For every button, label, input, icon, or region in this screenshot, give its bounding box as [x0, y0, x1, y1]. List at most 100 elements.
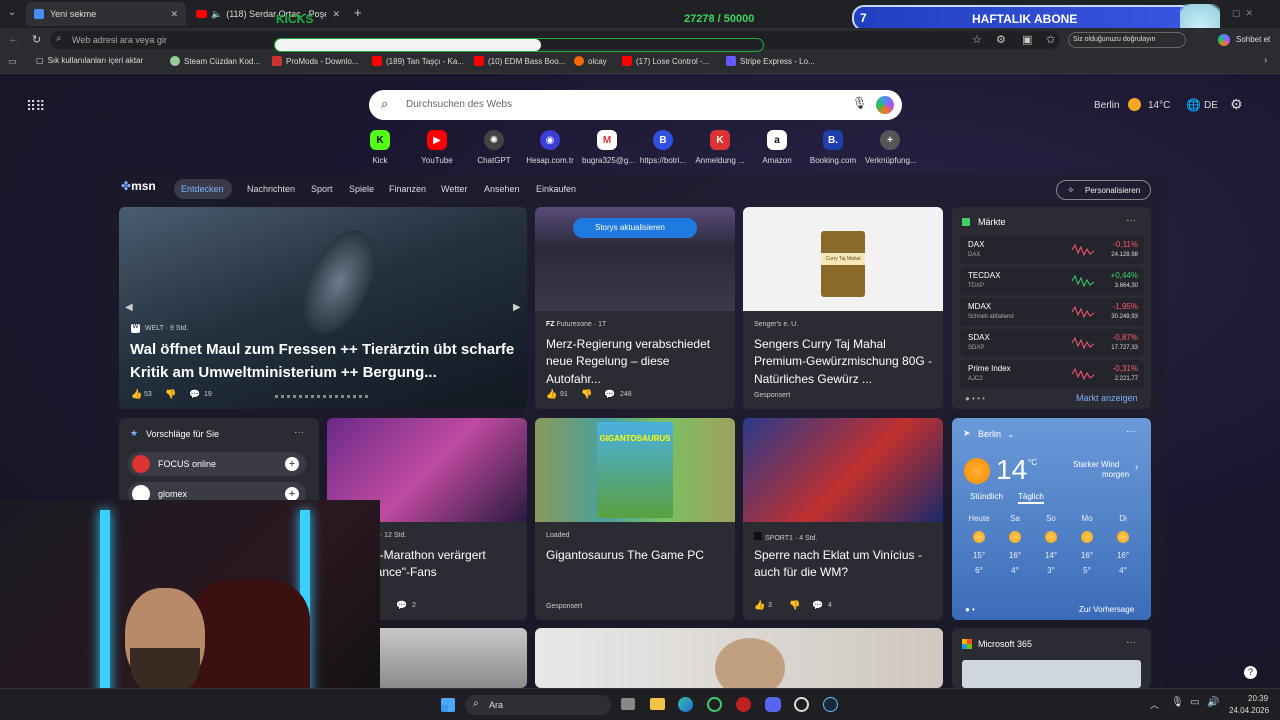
microphone-icon[interactable]: 🎙: [852, 96, 867, 110]
like-icon[interactable]: 👍: [754, 600, 765, 611]
weather-city[interactable]: Berlin: [978, 429, 1001, 439]
comment-icon[interactable]: 💬: [396, 600, 407, 611]
forecast-day[interactable]: So 14° 3°: [1036, 514, 1066, 575]
clock-date[interactable]: 24.04.2026: [1229, 706, 1269, 715]
steam-icon[interactable]: [823, 697, 838, 712]
shortcut-youtube[interactable]: ▶ YouTube: [412, 130, 462, 165]
shortcut-botri[interactable]: Bhttps://botri...: [638, 130, 688, 165]
story-card[interactable]: Storys aktualisieren FZ Futurezone · 1T …: [535, 207, 735, 409]
weather-pager-dots[interactable]: ● •: [965, 605, 975, 614]
shortcut-chatgpt[interactable]: ✺ ChatGPT: [469, 130, 519, 165]
tab-wetter[interactable]: Wetter: [441, 184, 467, 194]
shortcut-gmail[interactable]: Mbugra325@g...: [582, 130, 635, 165]
market-row[interactable]: MDAX Schnell abfallend -1,95% 30.249,93: [960, 298, 1144, 326]
tab-daily[interactable]: Täglich: [1018, 492, 1044, 504]
chevron-right-icon[interactable]: ›: [1135, 462, 1138, 473]
shortcut-amazon[interactable]: a Amazon: [752, 130, 802, 165]
forecast-day[interactable]: Sa 16° 4°: [1000, 514, 1030, 575]
sponsored-card[interactable]: GIGANTOSAURUS Loaded Gigantosaurus The G…: [535, 418, 735, 620]
microphone-icon[interactable]: 🎙: [1171, 697, 1184, 708]
weather-card[interactable]: ➤ Berlin ⌄ ··· 14 °C Starker Wind morgen…: [952, 418, 1151, 620]
copilot-icon[interactable]: [876, 96, 894, 114]
market-row[interactable]: TECDAX TDXP +0,44% 3.664,30: [960, 267, 1144, 295]
tab-ansehen[interactable]: Ansehen: [484, 184, 520, 194]
tab-spiele[interactable]: Spiele: [349, 184, 374, 194]
edge-icon[interactable]: [678, 697, 693, 712]
shortcut-anmeldung[interactable]: K Anmeldung ...: [695, 130, 745, 165]
bookmark-item[interactable]: ProMods - Downlo...: [272, 56, 358, 66]
comment-icon[interactable]: 💬: [812, 600, 823, 611]
markets-card[interactable]: Märkte ··· DAX DAX -0,11% 24.128,98 TECDAX TD…: [952, 207, 1151, 409]
show-market-link[interactable]: Markt anzeigen: [1076, 393, 1138, 403]
help-icon[interactable]: ?: [1244, 666, 1257, 679]
market-row[interactable]: SDAX SDXP -0,87% 17.727,33: [960, 329, 1144, 357]
tab-new[interactable]: Yeni sekme ✕: [26, 2, 186, 26]
new-tab-plus-icon[interactable]: +: [354, 5, 362, 20]
shortcut-booking[interactable]: B. Booking.com: [808, 130, 858, 165]
dislike-icon[interactable]: 👎: [165, 389, 176, 400]
bookmark-item[interactable]: (10) EDM Bass Boo...: [474, 56, 565, 66]
carousel-dots[interactable]: [275, 395, 371, 398]
chat-button[interactable]: Sohbet et: [1236, 35, 1270, 44]
story-card[interactable]: SPORT1 · 4 Std. Sperre nach Eklat um Vin…: [743, 418, 943, 620]
market-row[interactable]: Prime Index AJC2 -0,31% 2.221,77: [960, 360, 1144, 388]
sidebar-toggle-icon[interactable]: ▭: [8, 56, 17, 67]
weather-temp[interactable]: 14°C: [1148, 100, 1170, 111]
tab-youtube[interactable]: 🔈 (118) Serdar Ortaç - Poşet - Yo ✕: [188, 2, 348, 26]
copilot-icon[interactable]: [1218, 34, 1230, 46]
app-icon[interactable]: [736, 697, 751, 712]
hero-headline[interactable]: Wal öffnet Maul zum Fressen ++ Tierärzti…: [130, 339, 515, 384]
dislike-icon[interactable]: 👎: [789, 600, 800, 611]
chevron-up-icon[interactable]: ︿: [1150, 698, 1159, 711]
window-controls-icon[interactable]: ▢ ✕: [1232, 8, 1253, 19]
tab-finanzen[interactable]: Finanzen: [389, 184, 426, 194]
language-label[interactable]: DE: [1204, 100, 1218, 111]
favorites-icon[interactable]: ✩: [1046, 33, 1055, 46]
refresh-stories-button[interactable]: Storys aktualisieren: [573, 218, 697, 238]
tab-einkaufen[interactable]: Einkaufen: [536, 184, 576, 194]
prev-arrow-icon[interactable]: ◀: [125, 302, 133, 313]
file-explorer-icon[interactable]: [650, 698, 665, 710]
msn-logo[interactable]: ✤msn: [121, 179, 156, 193]
like-icon[interactable]: 👍: [546, 389, 557, 400]
verify-identity-button[interactable]: Siz olduğunuzu doğrulayın: [1068, 32, 1186, 48]
more-options-icon[interactable]: ···: [1126, 637, 1136, 648]
bookmark-item[interactable]: (189) Tan Taşçı - Ka...: [372, 56, 464, 66]
forecast-link[interactable]: Zur Vorhersage: [1079, 605, 1134, 614]
speaker-icon[interactable]: 🔈: [211, 9, 222, 20]
refresh-icon[interactable]: ↻: [32, 33, 41, 46]
web-search-box[interactable]: ⌕ Durchsuchen des Webs 🎙: [369, 90, 902, 120]
extensions-icon[interactable]: ⚙: [996, 33, 1006, 46]
bookmark-item[interactable]: (17) Lose Control -...: [622, 56, 709, 66]
follow-plus-icon[interactable]: +: [285, 487, 299, 501]
market-row[interactable]: DAX DAX -0,11% 24.128,98: [960, 236, 1144, 264]
m365-card[interactable]: Microsoft 365 ···: [952, 628, 1151, 688]
story-headline[interactable]: Gigantosaurus The Game PC: [546, 547, 726, 564]
sponsored-card[interactable]: Curry Taj Mahal Senger's e. U. Sengers C…: [743, 207, 943, 409]
weather-city[interactable]: Berlin: [1094, 100, 1120, 111]
story-headline[interactable]: ex-Marathon verärgert Dance"-Fans: [367, 547, 522, 582]
bookmark-item[interactable]: ▢ Sık kullanılanları içeri aktar: [36, 56, 143, 65]
forecast-day[interactable]: Di 16° 4°: [1108, 514, 1138, 575]
story-headline[interactable]: Sengers Curry Taj Mahal Premium-Gewürzmi…: [754, 336, 936, 388]
split-screen-icon[interactable]: ▣: [1022, 33, 1032, 46]
network-icon[interactable]: ▭: [1190, 697, 1199, 708]
comment-icon[interactable]: 💬: [604, 389, 615, 400]
personalize-button[interactable]: ✧ Personalisieren: [1056, 180, 1151, 200]
more-options-icon[interactable]: ···: [1126, 426, 1136, 437]
chevron-down-icon[interactable]: ⌄: [1007, 429, 1015, 440]
shortcut-add[interactable]: + Verknüpfung...: [865, 130, 917, 165]
tab-sport[interactable]: Sport: [311, 184, 333, 194]
back-arrow-icon[interactable]: ←: [8, 33, 19, 45]
discord-icon[interactable]: [765, 697, 781, 712]
follow-plus-icon[interactable]: +: [285, 457, 299, 471]
app-icon[interactable]: [707, 697, 722, 712]
clock-time[interactable]: 20:39: [1248, 694, 1268, 703]
more-bookmarks-icon[interactable]: ›: [1264, 55, 1267, 66]
forecast-day[interactable]: Mo 16° 5°: [1072, 514, 1102, 575]
tab-hourly[interactable]: Stündlich: [970, 492, 1003, 501]
windows-start-icon[interactable]: [441, 698, 455, 712]
story-card[interactable]: [535, 628, 943, 688]
forecast-day[interactable]: Heute 15° 6°: [964, 514, 994, 575]
taskbar-search[interactable]: ⌕ Ara: [465, 695, 611, 715]
